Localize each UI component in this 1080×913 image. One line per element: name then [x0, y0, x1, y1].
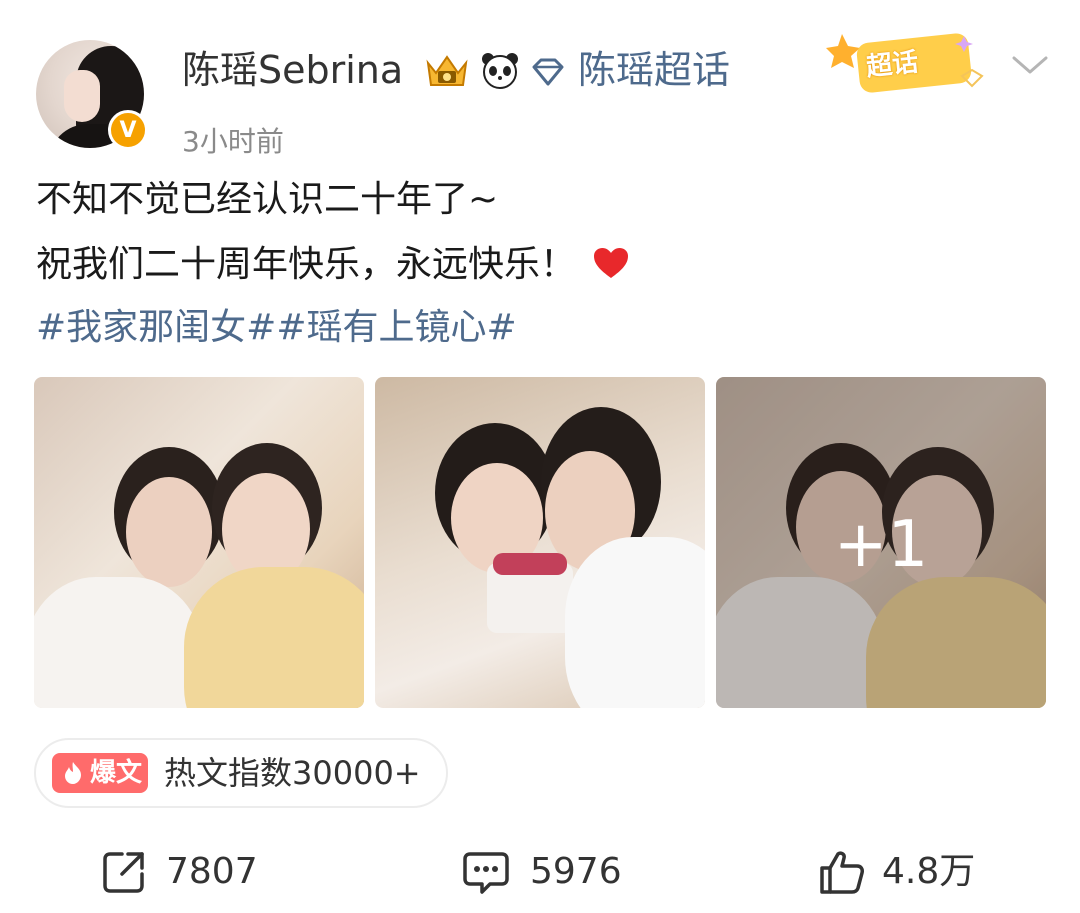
photo-thumbnail[interactable]: [34, 377, 364, 708]
heart-icon: [594, 248, 629, 278]
flame-icon: [65, 762, 81, 784]
post-text-line-with-heart: 祝我们二十周年快乐，永远快乐！: [36, 243, 630, 287]
diamond-icon: [532, 58, 564, 86]
chevron-down-icon[interactable]: [1010, 50, 1050, 80]
verified-badge: V: [108, 110, 148, 150]
share-count[interactable]: 7807: [166, 850, 258, 894]
chaohua-label: 超话: [864, 47, 920, 83]
post-text-line: 祝我们二十周年快乐，永远快乐！: [36, 244, 577, 285]
crown-icon[interactable]: [424, 51, 470, 91]
panda-icon[interactable]: [480, 50, 520, 90]
hot-index-text: 热文指数30000+: [164, 754, 421, 792]
comment-count[interactable]: 5976: [530, 850, 622, 894]
username[interactable]: 陈瑶Sebrina: [182, 47, 403, 93]
post-text-line: 不知不觉已经认识二十年了~: [36, 179, 499, 220]
share-icon[interactable]: [100, 848, 148, 896]
comment-icon[interactable]: [462, 848, 510, 896]
timestamp: 3小时前: [182, 125, 284, 158]
supertopic-link[interactable]: 陈瑶超话: [578, 47, 730, 93]
hashtags[interactable]: #我家那闺女##瑶有上镜心#: [36, 306, 517, 350]
more-photos-count[interactable]: +1: [716, 505, 1046, 585]
like-icon[interactable]: [818, 848, 866, 896]
like-count[interactable]: 4.8万: [882, 850, 975, 894]
photo-thumbnail[interactable]: [375, 377, 705, 708]
hot-tag-label: 爆文: [90, 758, 143, 788]
